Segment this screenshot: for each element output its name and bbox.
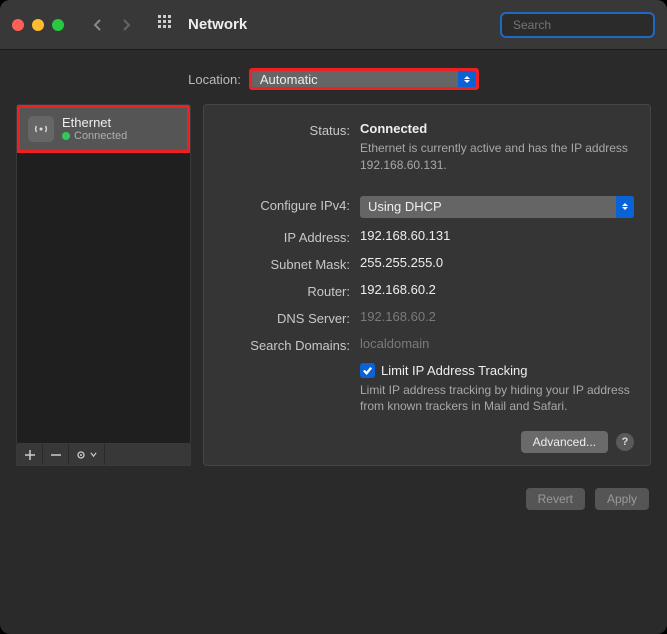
window-title: Network — [188, 16, 247, 33]
advanced-button[interactable]: Advanced... — [521, 431, 608, 453]
apply-button[interactable]: Apply — [595, 488, 649, 510]
revert-button[interactable]: Revert — [526, 488, 585, 510]
show-all-button[interactable] — [158, 15, 174, 34]
sidebar: Ethernet Connected — [16, 104, 191, 466]
status-value: Connected — [360, 121, 427, 136]
dns-server-label: DNS Server: — [220, 309, 350, 326]
back-button[interactable] — [88, 15, 108, 35]
sidebar-footer — [16, 444, 191, 466]
router-value: 192.168.60.2 — [360, 282, 634, 297]
configure-ipv4-label: Configure IPv4: — [220, 196, 350, 213]
chevron-updown-icon — [458, 71, 476, 87]
status-description: Ethernet is currently active and has the… — [360, 140, 634, 174]
remove-connection-button[interactable] — [43, 444, 69, 465]
forward-button[interactable] — [116, 15, 136, 35]
location-select[interactable]: Automatic — [249, 68, 479, 90]
chevron-updown-icon — [616, 196, 634, 218]
chevron-down-icon — [90, 451, 97, 458]
search-domains-value: localdomain — [360, 336, 634, 351]
location-label: Location: — [188, 72, 241, 87]
window-footer: Revert Apply — [0, 478, 667, 510]
ethernet-icon — [28, 116, 54, 142]
limit-ip-tracking-description: Limit IP address tracking by hiding your… — [360, 382, 634, 416]
ip-address-value: 192.168.60.131 — [360, 228, 634, 243]
connection-status: Connected — [62, 130, 127, 142]
check-icon — [362, 365, 373, 376]
details-panel: Status: Connected Ethernet is currently … — [203, 104, 651, 466]
location-value: Automatic — [260, 72, 318, 87]
close-button[interactable] — [12, 19, 24, 31]
help-button[interactable]: ? — [616, 433, 634, 451]
status-label: Status: — [220, 121, 350, 138]
connection-actions-button[interactable] — [69, 444, 105, 465]
search-domains-label: Search Domains: — [220, 336, 350, 353]
dns-server-value: 192.168.60.2 — [360, 309, 634, 324]
zoom-button[interactable] — [52, 19, 64, 31]
connection-name: Ethernet — [62, 116, 127, 130]
add-connection-button[interactable] — [17, 444, 43, 465]
ip-address-label: IP Address: — [220, 228, 350, 245]
search-field[interactable] — [500, 12, 655, 38]
minimize-button[interactable] — [32, 19, 44, 31]
sidebar-item-ethernet[interactable]: Ethernet Connected — [17, 105, 190, 153]
window-controls — [12, 19, 64, 31]
network-preferences-window: Network Location: Automatic — [0, 0, 667, 634]
router-label: Router: — [220, 282, 350, 299]
limit-ip-tracking-label: Limit IP Address Tracking — [381, 363, 527, 378]
location-row: Location: Automatic — [0, 50, 667, 104]
subnet-mask-label: Subnet Mask: — [220, 255, 350, 272]
connection-list[interactable]: Ethernet Connected — [16, 104, 191, 444]
status-dot-icon — [62, 132, 70, 140]
titlebar: Network — [0, 0, 667, 50]
subnet-mask-value: 255.255.255.0 — [360, 255, 634, 270]
configure-ipv4-select[interactable]: Using DHCP — [360, 196, 634, 218]
search-input[interactable] — [513, 18, 667, 32]
limit-ip-tracking-checkbox[interactable] — [360, 363, 375, 378]
